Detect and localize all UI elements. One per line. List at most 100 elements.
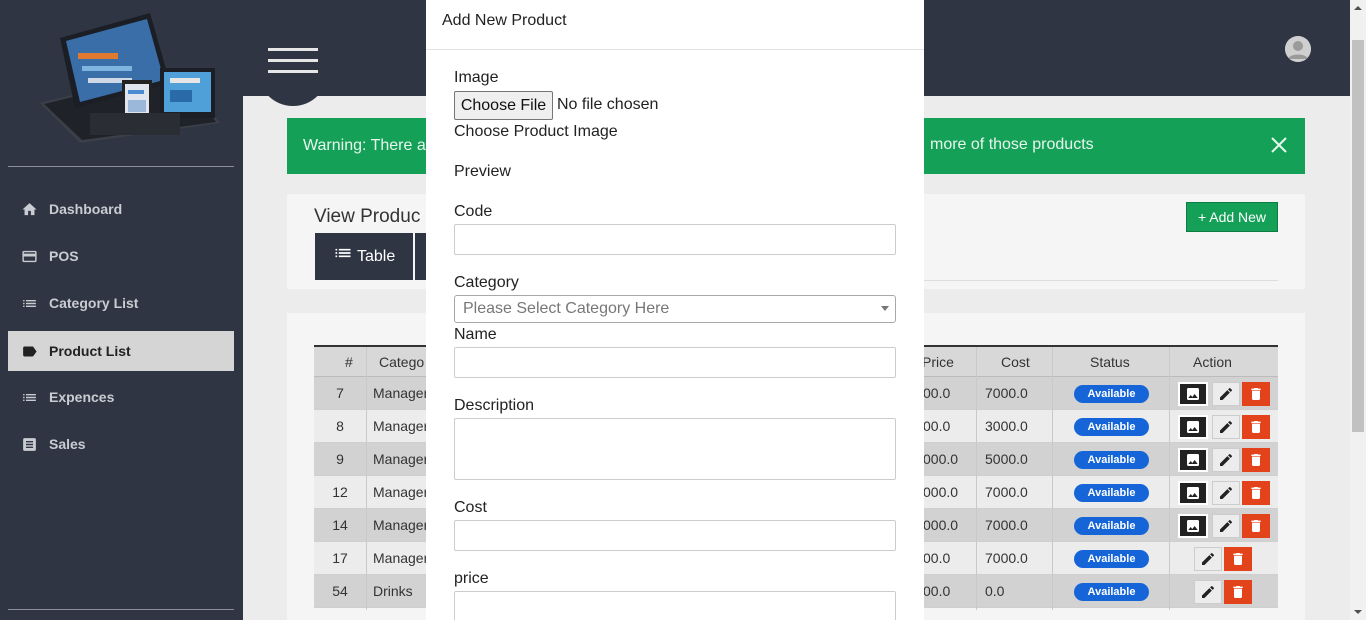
pencil-icon [1220, 486, 1233, 499]
view-image-button[interactable] [1178, 415, 1208, 439]
trash-icon [1251, 454, 1261, 466]
label-icon [23, 346, 37, 356]
cell-id: 54 [332, 583, 348, 599]
list-icon [335, 248, 351, 257]
trash-icon [1233, 553, 1243, 565]
close-icon[interactable] [1270, 136, 1288, 154]
cell-category: Manager [373, 451, 429, 467]
category-select[interactable]: Please Select Category Here [454, 295, 896, 323]
pencil-icon [1220, 387, 1233, 400]
status-badge: Available [1074, 418, 1149, 436]
trash-icon [1251, 520, 1261, 532]
sidebar-item-sales[interactable]: Sales [8, 424, 234, 464]
alert-text-end: more of those products [930, 136, 1094, 153]
view-image-button[interactable] [1178, 382, 1208, 406]
scroll-down-icon[interactable] [1354, 608, 1362, 616]
pencil-icon [1220, 453, 1233, 466]
status-badge: Available [1074, 385, 1149, 403]
cell-category: Drinks [373, 583, 413, 599]
sidebar-item-dashboard[interactable]: Dashboard [8, 189, 234, 229]
delete-button[interactable] [1242, 415, 1270, 439]
delete-button[interactable] [1224, 580, 1252, 604]
edit-button[interactable] [1194, 580, 1222, 604]
edit-button[interactable] [1212, 514, 1240, 538]
cost-label: Cost [454, 499, 487, 516]
cell-price: 000.0 [923, 517, 959, 533]
edit-button[interactable] [1212, 448, 1240, 472]
cell-price: 00.0 [923, 550, 951, 566]
cell-id: 7 [336, 385, 344, 401]
cell-cost: 7000.0 [985, 550, 1028, 566]
cell-category: Manager [373, 484, 429, 500]
app-logo [40, 13, 220, 143]
table-header-status: Status [1090, 354, 1130, 370]
name-input[interactable] [454, 347, 896, 378]
image-icon [1187, 388, 1199, 400]
table-header-cost: Cost [1001, 354, 1030, 370]
home-icon [22, 202, 37, 215]
scrollbar-thumb[interactable] [1352, 40, 1364, 432]
edit-button[interactable] [1212, 415, 1240, 439]
cost-input[interactable] [454, 520, 896, 551]
tab-table[interactable]: Table [315, 233, 413, 280]
hamburger-line [268, 70, 318, 73]
add-new-button[interactable]: + Add New [1186, 202, 1278, 232]
image-help-text: Choose Product Image [454, 123, 618, 140]
sidebar-item-expences[interactable]: Expences [8, 377, 234, 417]
sidebar-item-label: Sales [49, 436, 86, 452]
preview-label: Preview [454, 163, 511, 180]
cell-price: 00.0 [923, 583, 951, 599]
edit-button[interactable] [1194, 547, 1222, 571]
page-title: View Produc [314, 206, 421, 227]
sidebar-item-label: Category List [49, 295, 139, 311]
name-label: Name [454, 326, 497, 343]
cell-cost: 5000.0 [985, 451, 1028, 467]
cell-category: Manager [373, 418, 429, 434]
table-header-id: # [345, 354, 353, 370]
sidebar-item-label: Expences [49, 389, 115, 405]
code-input[interactable] [454, 224, 896, 255]
choose-file-button[interactable]: Choose File [454, 91, 553, 120]
delete-button[interactable] [1242, 448, 1270, 472]
description-textarea[interactable] [454, 418, 896, 480]
cell-id: 9 [336, 451, 344, 467]
menu-toggle-button[interactable] [268, 48, 318, 74]
alert-text: Warning: There ar [303, 137, 432, 154]
sidebar-item-label: Product List [49, 343, 131, 359]
cell-cost: 7000.0 [985, 484, 1028, 500]
status-badge: Available [1074, 517, 1149, 535]
view-image-button[interactable] [1178, 514, 1208, 538]
status-badge: Available [1074, 484, 1149, 502]
trash-icon [1233, 586, 1243, 598]
image-icon [1187, 487, 1199, 499]
sidebar-item-category-list[interactable]: Category List [8, 283, 234, 323]
document-icon [23, 437, 36, 451]
status-badge: Available [1074, 583, 1149, 601]
view-image-button[interactable] [1178, 481, 1208, 505]
image-icon [1187, 454, 1199, 466]
cell-category: Manager [373, 550, 429, 566]
user-avatar[interactable] [1285, 36, 1311, 62]
image-icon [1187, 421, 1199, 433]
modal-header-divider [426, 49, 924, 50]
list-icon [23, 299, 36, 307]
view-image-button[interactable] [1178, 448, 1208, 472]
cell-price: 000.0 [923, 451, 959, 467]
cell-price: 00.0 [923, 385, 951, 401]
delete-button[interactable] [1242, 481, 1270, 505]
pencil-icon [1220, 420, 1233, 433]
code-label: Code [454, 203, 493, 220]
delete-button[interactable] [1224, 547, 1252, 571]
scroll-up-icon[interactable] [1354, 4, 1362, 12]
sidebar-item-label: POS [49, 248, 79, 264]
status-badge: Available [1074, 550, 1149, 568]
category-placeholder: Please Select Category Here [463, 300, 670, 317]
sidebar-item-product-list[interactable]: Product List [8, 331, 234, 371]
edit-button[interactable] [1212, 382, 1240, 406]
edit-button[interactable] [1212, 481, 1240, 505]
pencil-icon [1220, 519, 1233, 532]
delete-button[interactable] [1242, 514, 1270, 538]
delete-button[interactable] [1242, 382, 1270, 406]
sidebar-item-pos[interactable]: POS [8, 236, 234, 276]
price-input[interactable] [454, 591, 896, 620]
